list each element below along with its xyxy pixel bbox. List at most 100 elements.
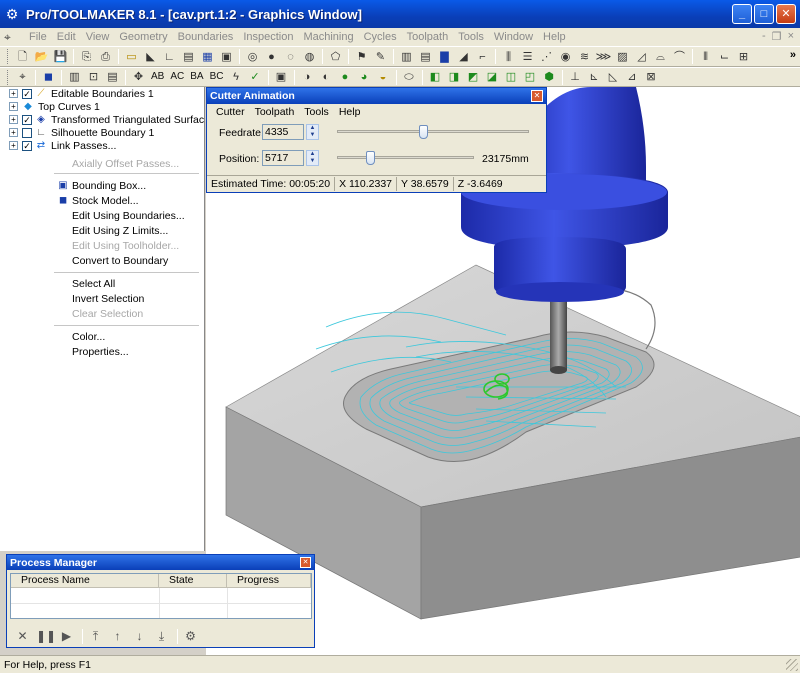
stack-tool-icon[interactable]: ▤ xyxy=(180,49,197,65)
select-tool-icon[interactable]: ⌖ xyxy=(14,69,31,85)
visibility-checkbox[interactable] xyxy=(22,127,32,138)
view-top-icon[interactable]: ◫ xyxy=(503,69,520,85)
view-left-icon[interactable]: ◩ xyxy=(465,69,482,85)
page-icon[interactable]: ▤ xyxy=(104,69,121,85)
polygon-tool-icon[interactable]: ⬠ xyxy=(327,49,344,65)
open-folder-icon[interactable]: 📂 xyxy=(33,49,50,65)
dialog-title-bar[interactable]: Cutter Animation xyxy=(207,88,546,104)
close-button[interactable]: ✕ xyxy=(776,4,796,24)
view-right-icon[interactable]: ◪ xyxy=(484,69,501,85)
render-tool-icon[interactable]: ● xyxy=(337,69,354,85)
pause-process-icon[interactable]: ❚❚ xyxy=(36,628,56,644)
visibility-checkbox[interactable]: ✓ xyxy=(22,88,32,99)
tree-item[interactable]: + ✓ ◈ Transformed Triangulated Surfaces … xyxy=(0,113,204,126)
save-icon[interactable]: 💾 xyxy=(52,49,69,65)
render-alt-tool-icon[interactable]: ◕ xyxy=(356,69,373,85)
process-settings-icon[interactable]: ⚙ xyxy=(182,628,199,644)
rows-tool-icon[interactable]: ☰ xyxy=(519,49,536,65)
menu-item-invert-selection[interactable]: Invert Selection xyxy=(54,291,204,306)
position-slider-thumb[interactable] xyxy=(365,151,375,165)
menu-item-color[interactable]: Color... xyxy=(54,329,204,344)
expand-icon[interactable]: + xyxy=(9,115,18,124)
lines-tool-icon[interactable]: ▨ xyxy=(614,49,631,65)
menu-window[interactable]: Window xyxy=(489,31,538,43)
bc-button[interactable]: BC xyxy=(208,69,226,85)
sphere-tool-icon[interactable]: ● xyxy=(263,49,280,65)
shade-tool-icon[interactable]: ◑ xyxy=(299,69,316,85)
zigzag-tool-icon[interactable]: ⋙ xyxy=(595,49,612,65)
profile-tool-icon[interactable]: ⌓ xyxy=(652,49,669,65)
dialog-menu-toolpath[interactable]: Toolpath xyxy=(250,106,300,118)
ac-button[interactable]: AC xyxy=(168,69,186,85)
ab-button[interactable]: AB xyxy=(149,69,166,85)
expand-icon[interactable]: + xyxy=(9,89,18,98)
expand-icon[interactable]: + xyxy=(9,102,18,111)
create-boundary-icon[interactable]: ▭ xyxy=(123,49,140,65)
toolbar-grip[interactable] xyxy=(7,69,10,85)
cube-view-icon[interactable]: ◼ xyxy=(40,69,57,85)
menu-edit[interactable]: Edit xyxy=(52,31,81,43)
window-tool-icon[interactable]: ▣ xyxy=(273,69,290,85)
maximize-button[interactable]: □ xyxy=(754,4,774,24)
toolbar-overflow-icon[interactable]: » xyxy=(790,49,796,61)
feedrate-slider-track[interactable] xyxy=(337,130,529,133)
mdi-restore-button[interactable]: ❐ xyxy=(772,30,782,43)
corner-tool-icon[interactable]: ∟ xyxy=(161,49,178,65)
lightning-tool-icon[interactable]: ϟ xyxy=(228,69,245,85)
app-icon[interactable]: ⚙ xyxy=(4,6,20,22)
resize-grip[interactable] xyxy=(786,659,798,671)
copy-icon[interactable]: ⎘ xyxy=(78,49,95,65)
toolbar-grip[interactable] xyxy=(7,49,10,64)
menu-boundaries[interactable]: Boundaries xyxy=(173,31,239,43)
wave-tool-icon[interactable]: ≋ xyxy=(576,49,593,65)
tree-item[interactable]: + ✓ ⟋ Editable Boundaries 1 xyxy=(0,87,154,100)
column-process-name[interactable]: Process Name xyxy=(11,574,159,588)
point-tool-icon[interactable]: ◎ xyxy=(244,49,261,65)
menu-item-edit-z-limits[interactable]: Edit Using Z Limits... xyxy=(54,223,204,238)
menu-tools[interactable]: Tools xyxy=(453,31,489,43)
menu-item-clear-selection[interactable]: Clear Selection xyxy=(54,306,204,321)
pen-tool-icon[interactable]: ✎ xyxy=(372,49,389,65)
menu-item-edit-boundaries[interactable]: Edit Using Boundaries... xyxy=(54,208,204,223)
sim-tool-icon[interactable]: ◒ xyxy=(375,69,392,85)
bore-tool-icon[interactable]: ⌙ xyxy=(716,49,733,65)
move-to-top-icon[interactable]: ⤒ xyxy=(87,628,104,644)
table-tool-icon[interactable]: ▤ xyxy=(417,49,434,65)
print-icon[interactable]: ⎙ xyxy=(97,49,114,65)
visibility-checkbox[interactable]: ✓ xyxy=(22,140,32,151)
menu-item-properties[interactable]: Properties... xyxy=(54,344,204,359)
ellipse-tool-icon[interactable]: ⬭ xyxy=(401,69,418,85)
view-front-icon[interactable]: ◧ xyxy=(427,69,444,85)
fixture-tool-icon[interactable]: ⊞ xyxy=(735,49,752,65)
cancel-process-icon[interactable]: ✕ xyxy=(14,628,31,644)
menu-item-axially-offset[interactable]: Axially Offset Passes... xyxy=(54,156,204,171)
move-to-bottom-icon[interactable]: ⤓ xyxy=(153,628,170,644)
menu-machining[interactable]: Machining xyxy=(298,31,358,43)
mdi-close-button[interactable]: × xyxy=(788,30,794,43)
mdi-minimize-button[interactable]: - xyxy=(762,30,766,43)
document-icon[interactable]: ⌖ xyxy=(4,30,18,44)
plane-alt-tool-icon[interactable]: ⊿ xyxy=(624,69,641,85)
columns-tool-icon[interactable]: ⫼ xyxy=(500,49,517,65)
position-input[interactable] xyxy=(262,150,304,166)
slope-tool-icon[interactable]: ◿ xyxy=(633,49,650,65)
check-tool-icon[interactable]: ✓ xyxy=(247,69,264,85)
menu-help[interactable]: Help xyxy=(538,31,571,43)
minimize-button[interactable]: _ xyxy=(732,4,752,24)
axis-tool-icon[interactable]: ⊥ xyxy=(567,69,584,85)
position-spinner[interactable]: ▲ ▼ xyxy=(306,150,319,166)
process-manager-close-button[interactable]: ✕ xyxy=(300,557,311,568)
frame-tool-icon[interactable]: ▣ xyxy=(218,49,235,65)
wire-tool-icon[interactable]: ◐ xyxy=(318,69,335,85)
visibility-checkbox[interactable]: ✓ xyxy=(22,114,32,125)
book-icon[interactable]: ▥ xyxy=(66,69,83,85)
open-book-icon[interactable]: ⊡ xyxy=(85,69,102,85)
process-manager-title-bar[interactable]: Process Manager xyxy=(7,555,314,570)
view-iso-icon[interactable]: ⬢ xyxy=(541,69,558,85)
ba-button[interactable]: BA xyxy=(188,69,205,85)
dialog-menu-help[interactable]: Help xyxy=(334,106,366,118)
grid-tool-icon[interactable]: ▥ xyxy=(398,49,415,65)
menu-item-convert-boundary[interactable]: Convert to Boundary xyxy=(54,253,204,268)
menu-cycles[interactable]: Cycles xyxy=(359,31,402,43)
view-bottom-icon[interactable]: ◰ xyxy=(522,69,539,85)
